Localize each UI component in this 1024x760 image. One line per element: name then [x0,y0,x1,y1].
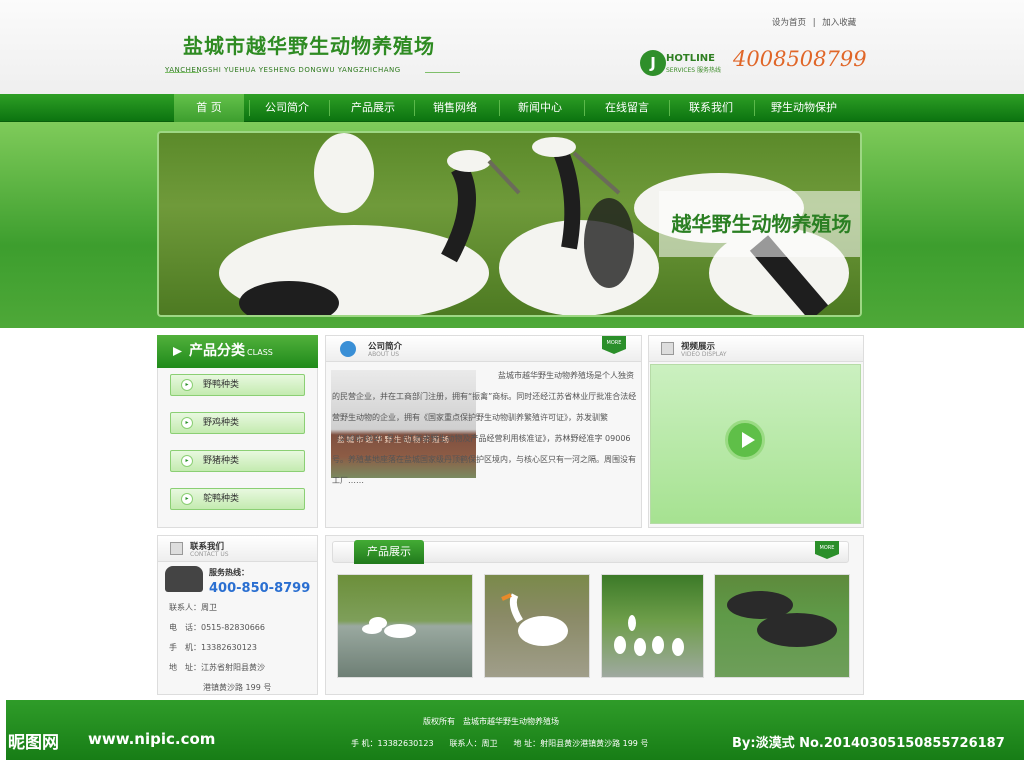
hotline-sub: SERVICES 服务热线 [666,67,722,74]
about-sub: ABOUT US [368,351,400,358]
nav-separator [414,100,415,116]
top-links: 设为首页 | 加入收藏 [772,16,856,28]
category-item-2[interactable]: ▸ 野猪种类 [170,450,305,472]
contact-address-2: 港镇黄沙路 199 号 [203,683,272,692]
nav-item-5[interactable]: 在线留言 [590,94,664,122]
arrow-right-icon: ▸ [181,493,193,505]
pencil-icon [170,542,183,555]
hotline-label: HOTLINE [666,53,715,64]
logo-line-right [425,72,460,73]
top-links-divider: | [812,18,816,28]
product-photo-geese-flock[interactable] [601,574,704,678]
about-text: 盐城市越华野生动物养殖场是个人独资的民营企业，并在工商部门注册，拥有“振禽”商标… [332,371,637,485]
about-header: 公司简介 ABOUT US MORE [326,336,641,362]
category-title: 产品分类 [189,343,245,359]
category-item-label: 野猪种类 [203,456,240,466]
nav-separator [499,100,500,116]
video-sub: VIDEO DISPLAY [681,351,727,358]
nav-separator [249,100,250,116]
nav-item-7[interactable]: 野生动物保护 [760,94,848,122]
add-favorite-link[interactable]: 加入收藏 [822,18,856,28]
product-photo-geese-water[interactable] [337,574,473,678]
arrow-right-icon: ▸ [181,379,193,391]
phone-icon: J [640,50,666,76]
category-item-0[interactable]: ▸ 野鸭种类 [170,374,305,396]
set-home-link[interactable]: 设为首页 [772,18,806,28]
site-logo-en: YANCHENGSHI YUEHUA YESHENG DONGWU YANGZH… [165,66,401,74]
pencil-icon [661,342,674,355]
play-icon[interactable] [725,420,765,460]
nav-separator [584,100,585,116]
banner-caption: 越华野生动物养殖场 [659,191,860,257]
contact-header: 联系我们 CONTACT US [158,536,317,562]
header [0,0,1024,94]
banner-image: 越华野生动物养殖场 [157,131,862,317]
contact-hotline-label: 服务热线： [209,568,249,577]
category-item-1[interactable]: ▸ 野鸡种类 [170,412,305,434]
contact-person: 联系人：周卫 [169,603,217,612]
category-item-label: 野鸭种类 [203,380,240,390]
arrow-icon [173,347,182,356]
video-header: 视频展示 VIDEO DISPLAY [649,336,863,362]
hotline-number: 4008508799 [733,47,867,71]
contact-address: 地 址：江苏省射阳县黄沙 [169,663,265,672]
category-sub: CLASS [247,348,273,357]
nav-separator [329,100,330,116]
nav-item-3[interactable]: 销售网络 [420,94,490,122]
chat-icon [340,341,356,357]
arrow-right-icon: ▸ [181,417,193,429]
watermark-credit: By:淡漠式 No.20140305150855726187 [732,736,1005,751]
site-logo[interactable]: 盐城市越华野生动物养殖场 [183,30,435,59]
nav-item-4[interactable]: 新闻中心 [505,94,575,122]
contact-hotline: 400-850-8799 [209,581,311,596]
watermark-site: www.nipic.com [88,730,216,748]
category-item-3[interactable]: ▸ 鸵鸭种类 [170,488,305,510]
products-title: 产品展示 [354,540,424,564]
nav-item-1[interactable]: 公司简介 [255,94,319,122]
nav-separator [669,100,670,116]
contact-sub: CONTACT US [190,551,229,558]
about-more-button[interactable]: MORE [602,336,626,354]
arrow-right-icon: ▸ [181,455,193,467]
contact-tel: 电 话：0515-82830666 [169,623,265,632]
category-item-label: 鸵鸭种类 [203,494,240,504]
product-photo-goose[interactable] [484,574,590,678]
nav-item-6[interactable]: 联系我们 [675,94,747,122]
category-header: 产品分类 CLASS [157,335,318,368]
nav-item-2[interactable]: 产品展示 [335,94,411,122]
footer-copyright: 版权所有 盐城市越华野生动物养殖场 [423,717,559,726]
watermark-logo: 昵图网 [8,733,59,753]
nav-item-0[interactable]: 首 页 [174,94,244,122]
product-photo-wild-boars[interactable] [714,574,850,678]
nav-separator [754,100,755,116]
category-item-label: 野鸡种类 [203,418,240,428]
contact-mobile: 手 机：13382630123 [169,643,257,652]
footer-info: 手 机：13382630123 联系人：周卫 地 址：射阳县黄沙港镇黄沙路 19… [351,739,649,748]
telephone-icon [165,566,203,592]
